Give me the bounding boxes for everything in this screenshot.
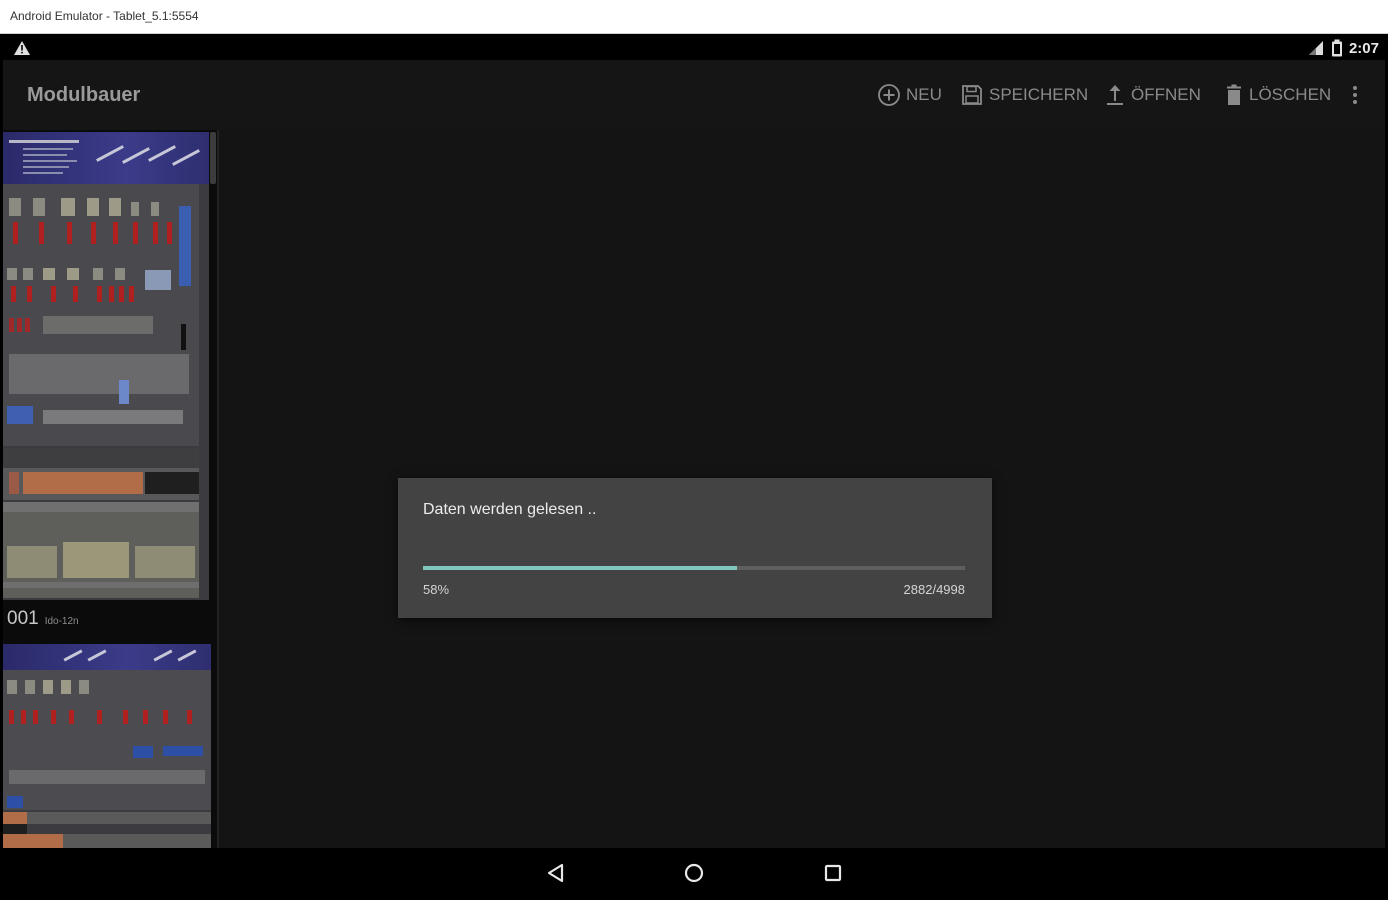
module-list[interactable]: 001 Ido-12n: [3, 130, 219, 848]
app-title: Modulbauer: [27, 84, 141, 106]
dialog-message: Daten werden gelesen ..: [423, 501, 597, 518]
sidebar-scrollbar[interactable]: [210, 132, 216, 184]
module-code: Ido-12n: [44, 616, 79, 627]
recents-icon[interactable]: [820, 860, 846, 886]
new-button-label: NEU: [906, 85, 942, 104]
save-button-label: SPEICHERN: [989, 85, 1089, 104]
sidebar-divider: [217, 130, 219, 848]
trash-icon: [1227, 84, 1241, 105]
new-button[interactable]: NEU: [877, 82, 942, 108]
delete-button-label: LÖSCHEN: [1249, 85, 1332, 104]
open-button-label: ÖFFNEN: [1131, 85, 1201, 104]
back-icon[interactable]: [543, 860, 569, 886]
add-circle-icon: [878, 84, 900, 106]
progress-percent: 58%: [423, 582, 450, 597]
content-area: 001 Ido-12n Daten werden gelesen .. 58% …: [3, 130, 1385, 848]
home-icon[interactable]: [681, 860, 707, 886]
window-title: Android Emulator - Tablet_5.1:5554: [10, 9, 199, 23]
progress-bar: [423, 566, 965, 570]
thumbnail-header: [3, 644, 211, 670]
upload-icon: [1107, 85, 1123, 105]
delete-button[interactable]: LÖSCHEN: [1224, 82, 1331, 108]
progress-dialog: Daten werden gelesen .. 58% 2882/4998: [398, 478, 992, 618]
thumbnail-pegboard: [3, 184, 199, 446]
window-titlebar: Android Emulator - Tablet_5.1:5554: [0, 0, 1388, 34]
warning-icon: [14, 41, 30, 55]
device-screen: 2:07 Modulbauer NEU SPEICHERN ÖFFNEN LÖS…: [3, 35, 1385, 897]
status-bar: 2:07: [3, 35, 1385, 60]
thumbnail-shelf: [3, 448, 199, 500]
module-thumbnail[interactable]: [3, 644, 211, 848]
more-vert-icon[interactable]: [1345, 82, 1365, 108]
navigation-bar: [3, 848, 1385, 897]
thumbnail-header: [3, 132, 209, 184]
thumbnail-shelf: [3, 502, 199, 598]
signal-icon: [1308, 41, 1323, 55]
status-clock: 2:07: [1348, 39, 1379, 57]
save-button[interactable]: SPEICHERN: [960, 82, 1088, 108]
module-thumbnail[interactable]: [3, 132, 209, 600]
progress-count: 2882/4998: [903, 582, 965, 597]
module-number: 001: [7, 608, 39, 629]
battery-icon: [1331, 39, 1342, 57]
module-label: 001 Ido-12n: [7, 608, 197, 640]
open-button[interactable]: ÖFFNEN: [1104, 82, 1201, 108]
progress-bar-fill: [423, 566, 738, 570]
action-bar: Modulbauer NEU SPEICHERN ÖFFNEN LÖSCHEN: [3, 60, 1385, 130]
floppy-disk-icon: [962, 85, 982, 105]
emulator-window: Android Emulator - Tablet_5.1:5554 2:07 …: [0, 0, 1388, 900]
